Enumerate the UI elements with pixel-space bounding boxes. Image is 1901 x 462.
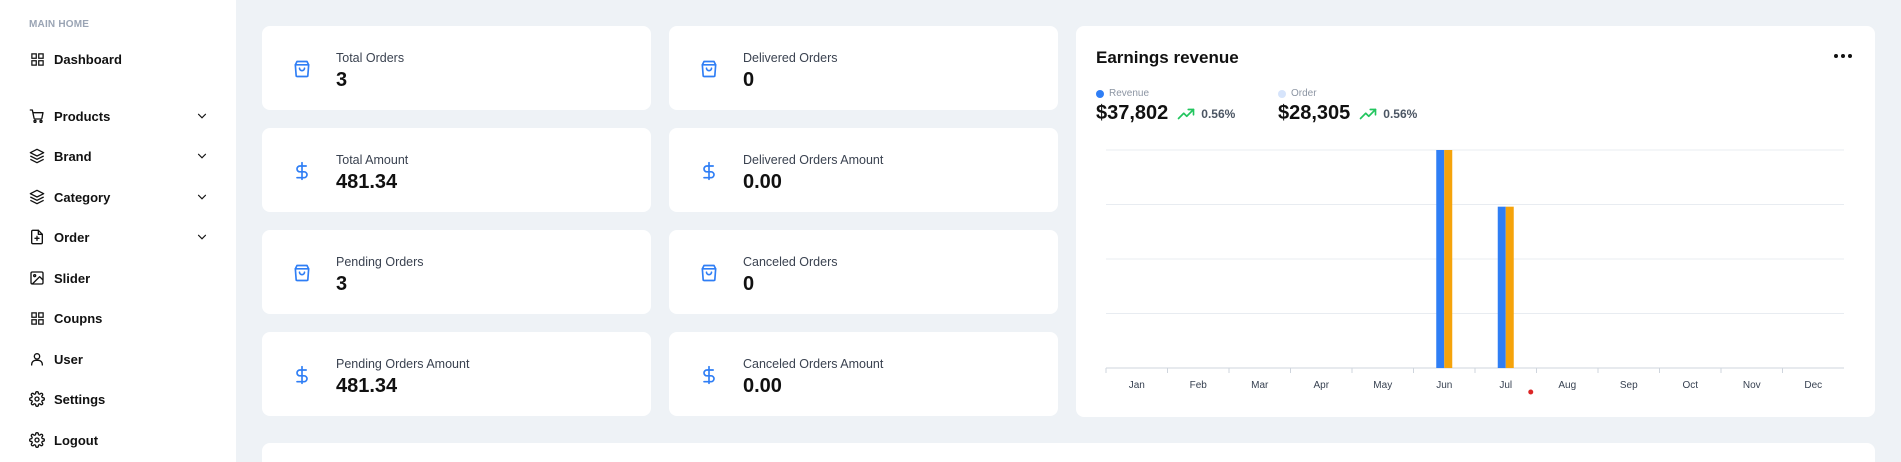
layers-icon bbox=[29, 148, 45, 164]
bar-jul-series-1[interactable] bbox=[1505, 206, 1514, 368]
sidebar-item-products[interactable]: Products bbox=[29, 102, 209, 130]
x-tick-label: Aug bbox=[1558, 380, 1576, 391]
chevron-down-icon[interactable] bbox=[195, 109, 209, 123]
chevron-down-icon[interactable] bbox=[195, 149, 209, 163]
chevron-down-icon[interactable] bbox=[195, 230, 209, 244]
sidebar-item-slider[interactable]: Slider bbox=[29, 264, 209, 292]
stat-card-pending-orders-amount: Pending Orders Amount 481.34 bbox=[262, 332, 651, 416]
shopping-bag-icon bbox=[294, 264, 310, 282]
stat-value: 0 bbox=[743, 69, 755, 91]
x-tick-label: May bbox=[1373, 380, 1392, 391]
shopping-bag-icon bbox=[701, 264, 717, 282]
sidebar-item-label: User bbox=[54, 351, 83, 367]
stat-value: 481.34 bbox=[336, 171, 398, 193]
revenue-bar-chart: Jan Feb Mar Apr May Jun Jul Aug Sep Oct Nov Dec bbox=[1105, 149, 1844, 395]
bar-jun-series-0[interactable] bbox=[1436, 150, 1445, 368]
sidebar-item-brand[interactable]: Brand bbox=[29, 142, 209, 170]
x-tick-label: Oct bbox=[1682, 380, 1698, 391]
stat-value: 0 bbox=[743, 273, 755, 295]
sidebar-item-label: Products bbox=[54, 108, 111, 124]
dollar-icon bbox=[296, 161, 308, 181]
stat-value: 3 bbox=[336, 69, 348, 91]
stat-value: 481.34 bbox=[336, 375, 398, 397]
sidebar-item-label: Slider bbox=[54, 270, 91, 286]
sidebar-item-label: Order bbox=[54, 229, 90, 245]
dollar-icon bbox=[703, 365, 715, 385]
gear-icon bbox=[29, 432, 45, 448]
sidebar-item-order[interactable]: Order bbox=[29, 223, 209, 251]
bar-jul-series-0[interactable] bbox=[1497, 206, 1506, 368]
sidebar-item-label: Logout bbox=[54, 432, 99, 448]
x-tick-label: Feb bbox=[1190, 380, 1208, 391]
gear-icon bbox=[29, 391, 45, 407]
stat-label: Pending Orders Amount bbox=[336, 357, 470, 371]
dollar-icon bbox=[296, 365, 308, 385]
earnings-revenue-card: Earnings revenue Revenue $37,802 0.56% O… bbox=[1076, 26, 1875, 417]
chevron-down-icon[interactable] bbox=[195, 190, 209, 204]
stat-label: Total Orders bbox=[336, 51, 405, 65]
bar-jun-series-1[interactable] bbox=[1444, 150, 1453, 368]
x-tick-label: Sep bbox=[1620, 380, 1638, 391]
x-tick-label: Apr bbox=[1313, 380, 1329, 391]
sidebar-item-label: Brand bbox=[54, 148, 92, 164]
stat-label: Delivered Orders bbox=[743, 51, 838, 65]
bottom-panel bbox=[262, 443, 1875, 462]
x-tick-label: Jun bbox=[1436, 380, 1452, 391]
image-icon bbox=[29, 270, 45, 286]
x-tick-label: Mar bbox=[1251, 380, 1269, 391]
sidebar-item-category[interactable]: Category bbox=[29, 183, 209, 211]
sidebar-item-settings[interactable]: Settings bbox=[29, 385, 209, 413]
sidebar-heading: MAIN HOME bbox=[29, 19, 90, 30]
chart-marker-dot bbox=[1528, 389, 1534, 395]
stat-card-delivered-orders: Delivered Orders 0 bbox=[669, 26, 1058, 110]
stat-value: 0.00 bbox=[743, 171, 782, 193]
sidebar-item-coupns[interactable]: Coupns bbox=[29, 304, 209, 332]
grid-icon bbox=[29, 51, 45, 67]
stat-card-total-orders: Total Orders 3 bbox=[262, 26, 651, 110]
stat-card-delivered-orders-amount: Delivered Orders Amount 0.00 bbox=[669, 128, 1058, 212]
stat-label: Pending Orders bbox=[336, 255, 424, 269]
shopping-bag-icon bbox=[294, 60, 310, 78]
stat-card-total-amount: Total Amount 481.34 bbox=[262, 128, 651, 212]
sidebar-item-dashboard[interactable]: Dashboard bbox=[29, 45, 209, 73]
sidebar-item-label: Settings bbox=[54, 391, 106, 407]
stat-card-canceled-orders-amount: Canceled Orders Amount 0.00 bbox=[669, 332, 1058, 416]
file-plus-icon bbox=[29, 229, 45, 245]
x-tick-label: Jul bbox=[1499, 380, 1512, 391]
cart-icon bbox=[29, 108, 45, 124]
stat-value: 0.00 bbox=[743, 375, 782, 397]
sidebar-item-label: Dashboard bbox=[54, 51, 122, 67]
x-tick-label: Dec bbox=[1804, 380, 1822, 391]
grid-icon bbox=[29, 310, 45, 326]
layers-icon bbox=[29, 189, 45, 205]
sidebar: MAIN HOME Dashboard Products Brand Categ… bbox=[0, 0, 236, 462]
sidebar-item-label: Category bbox=[54, 189, 111, 205]
dollar-icon bbox=[703, 161, 715, 181]
sidebar-item-user[interactable]: User bbox=[29, 345, 209, 373]
stat-label: Delivered Orders Amount bbox=[743, 153, 884, 167]
sidebar-item-label: Coupns bbox=[54, 310, 103, 326]
stat-label: Canceled Orders bbox=[743, 255, 838, 269]
stat-card-pending-orders: Pending Orders 3 bbox=[262, 230, 651, 314]
user-icon bbox=[29, 351, 45, 367]
stat-label: Canceled Orders Amount bbox=[743, 357, 884, 371]
stat-card-canceled-orders: Canceled Orders 0 bbox=[669, 230, 1058, 314]
shopping-bag-icon bbox=[701, 60, 717, 78]
sidebar-item-logout[interactable]: Logout bbox=[29, 426, 209, 454]
x-tick-label: Nov bbox=[1743, 380, 1761, 391]
stat-value: 3 bbox=[336, 273, 348, 295]
stat-label: Total Amount bbox=[336, 153, 409, 167]
x-tick-label: Jan bbox=[1129, 380, 1145, 391]
